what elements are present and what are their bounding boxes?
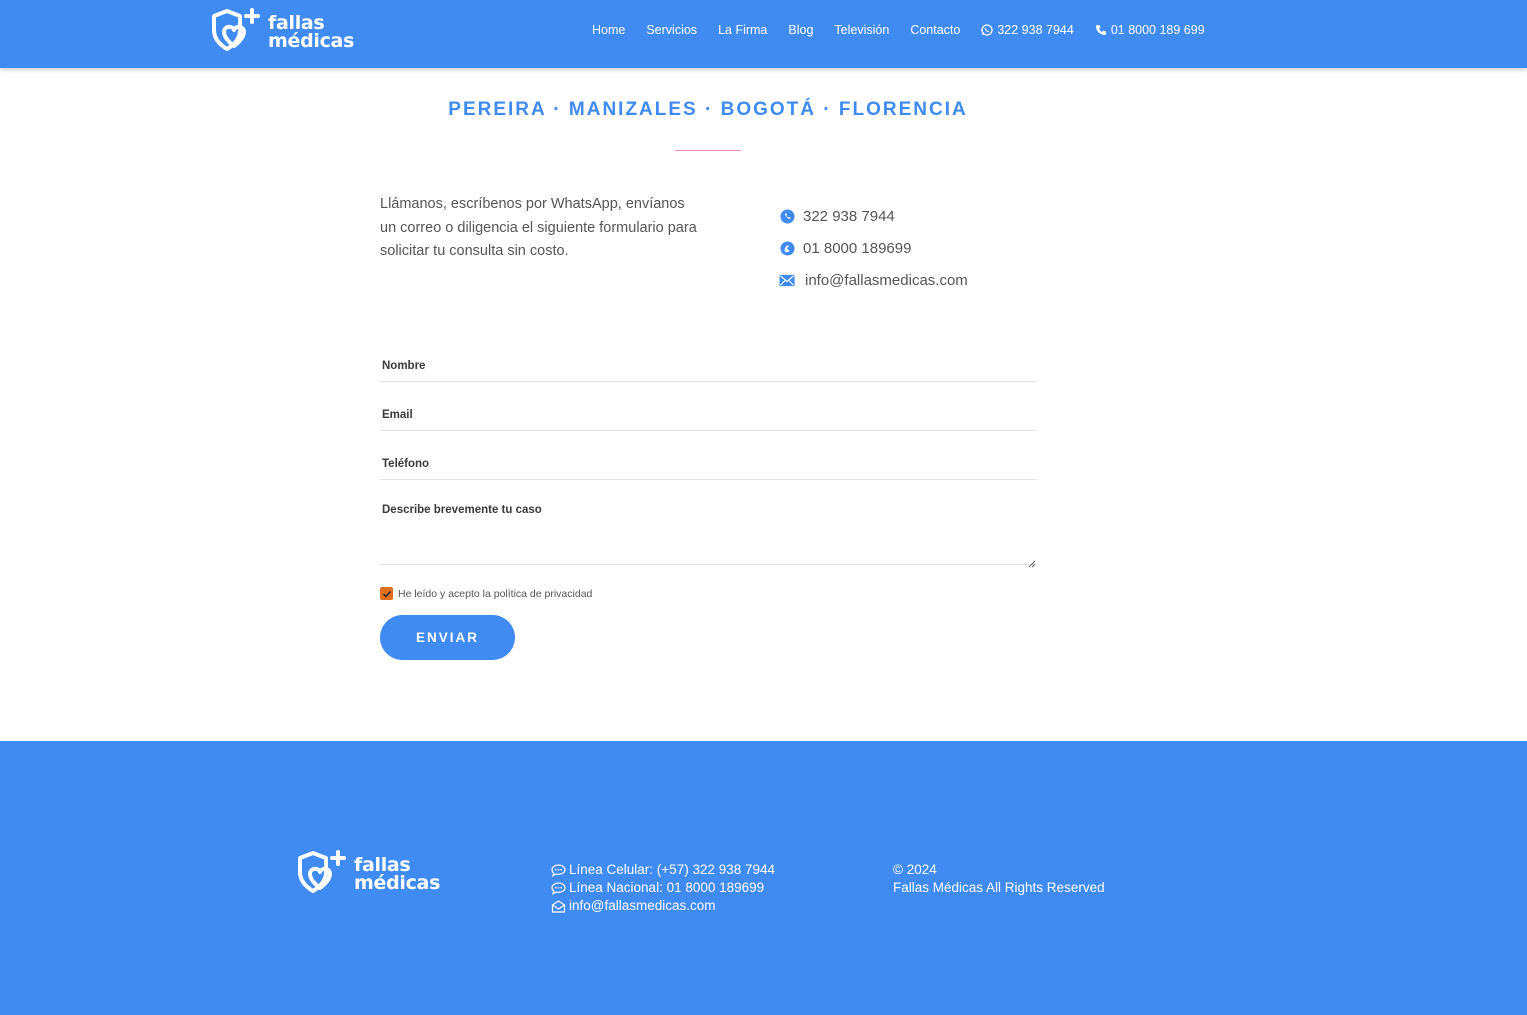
contact-whatsapp[interactable]: 322 938 7944 [779, 200, 968, 232]
mail-icon [779, 272, 795, 288]
phone-field[interactable]: Teléfono [380, 446, 1037, 480]
nav-home[interactable]: Home [592, 23, 625, 37]
email-field-label: Email [382, 409, 413, 421]
privacy-consent: He leído y acepto la política de privaci… [380, 587, 592, 600]
resize-handle-icon[interactable] [1028, 555, 1036, 568]
nav-phone-link[interactable]: 01 8000 189 699 [1095, 23, 1205, 37]
contact-list: 322 938 7944 01 8000 189699 info@fallasm… [779, 200, 968, 296]
logo-text: fallas médicas [268, 13, 355, 52]
nav-contacto[interactable]: Contacto [910, 23, 960, 37]
copyright-text: Fallas Médicas All Rights Reserved [893, 880, 1105, 895]
contact-email-label: info@fallasmedicas.com [805, 271, 968, 289]
main-nav: Home Servicios La Firma Blog Televisión … [592, 0, 1226, 60]
logo-line-2: médicas [268, 30, 355, 52]
whatsapp-icon [779, 208, 795, 224]
nav-la-firma[interactable]: La Firma [718, 23, 767, 37]
nav-phone-label: 01 8000 189 699 [1110, 23, 1205, 37]
footer-logo-text: fallas médicas [354, 855, 441, 894]
footer-contact-mobile[interactable]: Línea Celular: (+57) 322 938 7944 [551, 861, 775, 879]
footer-contact-national-label: Línea Nacional: 01 8000 189699 [569, 880, 765, 895]
cities-heading: PEREIRA · MANIZALES · BOGOTÁ · FLORENCIA [448, 99, 968, 120]
header-logo[interactable]: fallas médicas [208, 6, 354, 56]
section-divider [675, 150, 741, 151]
heart-shield-plus-icon [298, 850, 346, 893]
privacy-checkbox[interactable] [380, 587, 393, 600]
footer-copyright: © 2024 Fallas Médicas All Rights Reserve… [893, 861, 1105, 897]
chat-icon [551, 881, 566, 895]
contact-phone[interactable]: 01 8000 189699 [779, 232, 968, 264]
nav-television[interactable]: Televisión [834, 23, 889, 37]
footer-contact-national[interactable]: Línea Nacional: 01 8000 189699 [551, 879, 775, 897]
contact-intro-text: Llámanos, escríbenos por WhatsApp, envía… [380, 196, 697, 259]
nav-whatsapp-link[interactable]: 322 938 7944 [981, 23, 1074, 37]
email-field[interactable]: Email [380, 397, 1037, 431]
nav-servicios[interactable]: Servicios [646, 23, 697, 37]
case-description-label: Describe brevemente tu caso [382, 504, 542, 516]
name-field[interactable]: Nombre [380, 348, 1037, 382]
site-header: fallas médicas Home Servicios La Firma B… [0, 0, 1527, 68]
phone-icon [779, 240, 795, 256]
case-description-textarea[interactable]: Describe brevemente tu caso [380, 496, 1037, 568]
phone-field-label: Teléfono [382, 458, 430, 470]
contact-whatsapp-label: 322 938 7944 [803, 207, 895, 225]
name-field-label: Nombre [382, 360, 426, 372]
footer-contact-email[interactable]: info@fallasmedicas.com [551, 897, 775, 915]
envelope-open-icon [551, 899, 566, 913]
contact-email[interactable]: info@fallasmedicas.com [779, 264, 968, 296]
footer-contacts: Línea Celular: (+57) 322 938 7944 Línea … [551, 861, 775, 915]
footer-contact-mobile-label: Línea Celular: (+57) 322 938 7944 [569, 862, 776, 877]
submit-button[interactable]: ENVIAR [380, 615, 515, 660]
checkmark-icon [382, 590, 391, 598]
whatsapp-icon [981, 24, 993, 36]
contact-form: Nombre Email Teléfono Describe brevement… [380, 348, 1037, 568]
site-footer: fallas médicas Línea Celular: (+57) 322 … [0, 741, 1527, 1015]
footer-contact-email-label: info@fallasmedicas.com [569, 898, 716, 913]
chat-icon [551, 863, 566, 877]
heart-shield-plus-icon [212, 8, 260, 51]
footer-logo-line-2: médicas [354, 872, 441, 894]
privacy-checkbox-label[interactable]: He leído y acepto la política de privaci… [398, 588, 592, 600]
footer-logo[interactable]: fallas médicas [294, 848, 440, 898]
copyright-year: © 2024 [893, 862, 937, 877]
contact-phone-label: 01 8000 189699 [803, 239, 912, 257]
phone-icon [1095, 24, 1107, 36]
nav-whatsapp-label: 322 938 7944 [997, 23, 1074, 37]
nav-blog[interactable]: Blog [788, 23, 813, 37]
